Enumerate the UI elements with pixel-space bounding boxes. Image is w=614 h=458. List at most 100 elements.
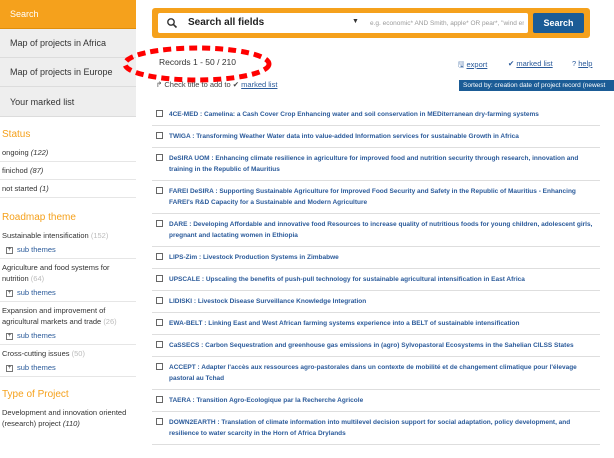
search-button[interactable]: Search (533, 13, 584, 33)
project-title[interactable]: UPSCALE : Upscaling the benefits of push… (169, 274, 525, 285)
export-label: export (466, 60, 488, 69)
sidebar-nav: Search Map of projects in Africa Map of … (0, 0, 136, 117)
list-item[interactable]: TWIGA : Transforming Weather Water data … (152, 126, 600, 148)
list-item[interactable]: DARE : Developing Affordable and innovat… (152, 214, 600, 247)
help-label: help (578, 59, 593, 68)
facet-label: Expansion and improvement of agricultura… (2, 306, 106, 326)
sub-themes-toggle[interactable]: + sub themes (0, 287, 136, 302)
sub-themes-toggle[interactable]: + sub themes (0, 362, 136, 377)
nav-item-search[interactable]: Search (0, 0, 136, 29)
facet-label: Sustainable intensification (2, 231, 89, 240)
checkbox[interactable] (156, 220, 163, 227)
list-item[interactable]: DeSIRA UOM : Enhancing climate resilienc… (152, 148, 600, 181)
checkbox[interactable] (156, 154, 163, 161)
search-box: Search all fields ▼ (158, 13, 528, 33)
checkbox[interactable] (156, 418, 163, 425)
project-title[interactable]: LIPS-Zim : Livestock Production Systems … (169, 252, 339, 263)
sidebar: Search Map of projects in Africa Map of … (0, 0, 136, 458)
results-list: 4CE-MED : Camelina: a Cash Cover Crop En… (152, 104, 600, 445)
checkbox[interactable] (156, 341, 163, 348)
nav-item-map-europe[interactable]: Map of projects in Europe (0, 58, 136, 87)
project-title[interactable]: TWIGA : Transforming Weather Water data … (169, 131, 519, 142)
search-bar: Search all fields ▼ Search (152, 8, 590, 38)
checkmark-icon: ✔ (508, 59, 515, 68)
checkmark-icon: ✔ (232, 80, 240, 89)
facet-label: finichod (2, 166, 28, 175)
project-title[interactable]: DeSIRA UOM : Enhancing climate resilienc… (169, 153, 596, 175)
marked-list-link[interactable]: marked list (241, 80, 277, 89)
list-item[interactable]: 4CE-MED : Camelina: a Cash Cover Crop En… (152, 104, 600, 126)
facet-label: not started (2, 184, 38, 193)
help-link[interactable]: ? help (572, 59, 592, 68)
facet-count: (87) (29, 166, 44, 175)
facet-count: (152) (90, 231, 109, 240)
check-hint: ↱ Check title to add to ✔ marked list (156, 80, 277, 89)
checkbox[interactable] (156, 297, 163, 304)
arrow-icon: ↱ (156, 80, 163, 89)
facet-status-ongoing[interactable]: ongoing (122) (0, 144, 136, 162)
facet-count: (110) (62, 419, 80, 428)
export-icon: 🖫 (458, 60, 465, 69)
facet-label: Agriculture and food systems for nutriti… (2, 263, 110, 283)
project-title[interactable]: CaSSECS : Carbon Sequestration and green… (169, 340, 574, 351)
list-item[interactable]: UPSCALE : Upscaling the benefits of push… (152, 269, 600, 291)
facet-status-not-started[interactable]: not started (1) (0, 180, 136, 198)
facet-type-development[interactable]: Development and innovation oriented (res… (0, 404, 136, 432)
checkbox[interactable] (156, 132, 163, 139)
facet-title-status: Status (2, 129, 31, 140)
checkbox[interactable] (156, 187, 163, 194)
facet-label: ongoing (2, 148, 29, 157)
list-item[interactable]: TAERA : Transition Agro-Ecologique par l… (152, 390, 600, 412)
check-hint-text: Check title to add to (164, 80, 231, 89)
list-item[interactable]: EWA-BELT : Linking East and West African… (152, 313, 600, 335)
checkbox[interactable] (156, 275, 163, 282)
facet-count: (50) (71, 349, 85, 358)
checkbox[interactable] (156, 319, 163, 326)
project-title[interactable]: 4CE-MED : Camelina: a Cash Cover Crop En… (169, 109, 539, 120)
sub-themes-toggle[interactable]: + sub themes (0, 330, 136, 345)
facet-count: (1) (39, 184, 49, 193)
list-item[interactable]: LIDISKI : Livestock Disease Surveillance… (152, 291, 600, 313)
plus-box-icon: + (6, 289, 13, 297)
sort-selector[interactable]: Sorted by: creation date of project reco… (459, 80, 614, 91)
sub-themes-label: sub themes (17, 245, 56, 254)
list-item[interactable]: ACCEPT : Adapter l'accès aux ressources … (152, 357, 600, 390)
facet-title-type: Type of Project (2, 389, 69, 400)
plus-box-icon: + (6, 332, 13, 340)
facet-roadmap-cross-cutting[interactable]: Cross-cutting issues (50) (0, 345, 136, 362)
sub-themes-toggle[interactable]: + sub themes (0, 244, 136, 259)
list-item[interactable]: FAREI DeSIRA : Supporting Sustainable Ag… (152, 181, 600, 214)
project-title[interactable]: EWA-BELT : Linking East and West African… (169, 318, 519, 329)
project-title[interactable]: FAREI DeSIRA : Supporting Sustainable Ag… (169, 186, 596, 208)
checkbox[interactable] (156, 396, 163, 403)
export-link[interactable]: 🖫 export (458, 59, 487, 72)
list-item[interactable]: LIPS-Zim : Livestock Production Systems … (152, 247, 600, 269)
checkbox[interactable] (156, 253, 163, 260)
search-input[interactable] (370, 15, 524, 31)
project-title[interactable]: LIDISKI : Livestock Disease Surveillance… (169, 296, 366, 307)
project-title[interactable]: DOWN2EARTH : Translation of climate info… (169, 417, 596, 439)
caret-down-icon[interactable]: ▼ (352, 18, 359, 25)
facet-roadmap-sustainable[interactable]: Sustainable intensification (152) (0, 227, 136, 244)
search-field-select[interactable]: Search all fields (188, 17, 264, 28)
facet-roadmap-markets[interactable]: Expansion and improvement of agricultura… (0, 302, 136, 330)
records-count: Records 1 - 50 / 210 (159, 57, 237, 67)
sub-themes-label: sub themes (17, 363, 56, 372)
nav-item-map-africa[interactable]: Map of projects in Africa (0, 29, 136, 58)
marked-list-toolbar-link[interactable]: ✔ marked list (508, 59, 553, 68)
checkbox[interactable] (156, 110, 163, 117)
help-icon: ? (572, 59, 577, 68)
project-title[interactable]: ACCEPT : Adapter l'accès aux ressources … (169, 362, 596, 384)
facet-status-finished[interactable]: finichod (87) (0, 162, 136, 180)
nav-item-marked-list[interactable]: Your marked list (0, 87, 136, 117)
list-item[interactable]: CaSSECS : Carbon Sequestration and green… (152, 335, 600, 357)
list-item[interactable]: DOWN2EARTH : Translation of climate info… (152, 412, 600, 445)
facet-count: (64) (30, 274, 45, 283)
project-title[interactable]: DARE : Developing Affordable and innovat… (169, 219, 596, 241)
checkbox[interactable] (156, 363, 163, 370)
sub-themes-label: sub themes (17, 331, 56, 340)
facet-label: Cross-cutting issues (2, 349, 70, 358)
search-icon (167, 18, 178, 29)
project-title[interactable]: TAERA : Transition Agro-Ecologique par l… (169, 395, 363, 406)
facet-roadmap-nutrition[interactable]: Agriculture and food systems for nutriti… (0, 259, 136, 287)
